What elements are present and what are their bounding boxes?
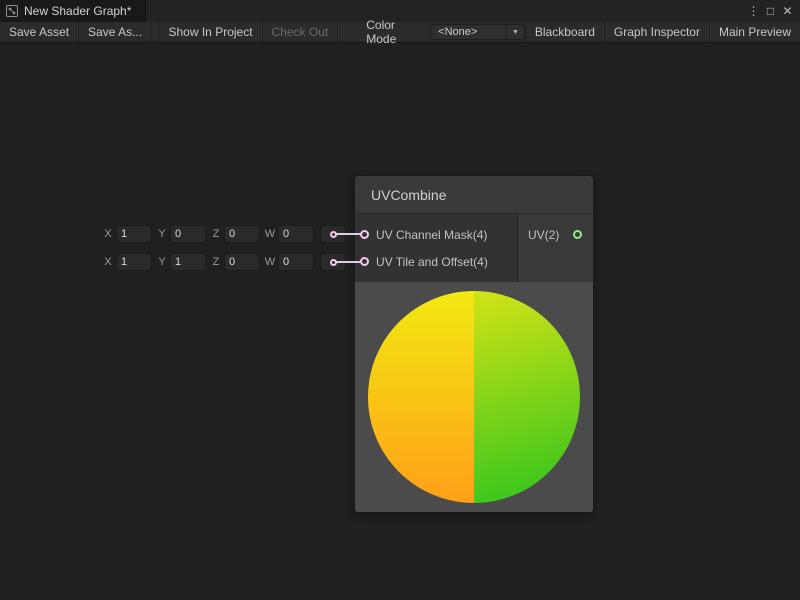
kebab-menu-icon[interactable]: ⋮ <box>745 0 762 22</box>
field-label-y: Y <box>156 256 168 268</box>
vector1-x-input[interactable] <box>116 225 152 243</box>
field-label-w: W <box>264 256 276 268</box>
vector2-w-input[interactable] <box>278 253 314 271</box>
node-title: UVCombine <box>371 187 446 203</box>
show-in-project-button[interactable]: Show In Project <box>159 22 263 42</box>
vector2-y-input[interactable] <box>170 253 206 271</box>
vector2-x-input[interactable] <box>116 253 152 271</box>
node-preview <box>355 282 593 512</box>
save-asset-button[interactable]: Save Asset <box>0 22 79 42</box>
chevron-down-icon: ▼ <box>506 25 519 39</box>
vector4-widget-2: X Y Z W <box>102 253 346 271</box>
vector4-widget-1: X Y Z W <box>102 225 346 243</box>
vector1-z-input[interactable] <box>224 225 260 243</box>
blackboard-button[interactable]: Blackboard <box>525 22 604 42</box>
field-label-x: X <box>102 228 114 240</box>
vector2-z-input[interactable] <box>224 253 260 271</box>
maximize-icon[interactable]: □ <box>762 0 779 22</box>
save-as-button[interactable]: Save As... <box>79 22 152 42</box>
shader-graph-window: New Shader Graph* ⋮ □ ✕ Save Asset Save … <box>0 0 800 600</box>
edge-mask-connection[interactable] <box>336 233 362 235</box>
preview-sphere <box>368 291 580 503</box>
uv-output-port[interactable] <box>573 230 582 239</box>
main-preview-button[interactable]: Main Preview <box>709 22 800 42</box>
color-mode-dropdown[interactable]: <None> ▼ <box>430 24 525 40</box>
input-port-row-mask: UV Channel Mask(4) <box>355 221 517 248</box>
close-icon[interactable]: ✕ <box>779 0 796 22</box>
check-out-button: Check Out <box>263 22 339 42</box>
output-ports-column: UV(2) <box>517 214 593 282</box>
field-label-w: W <box>264 228 276 240</box>
edge-tile-offset-connection[interactable] <box>336 261 362 263</box>
toolbar-right-group: Blackboard Graph Inspector Main Preview <box>525 22 800 42</box>
uv-tile-offset-label: UV Tile and Offset(4) <box>376 255 488 269</box>
vector1-w-input[interactable] <box>278 225 314 243</box>
tab-title: New Shader Graph* <box>24 4 131 18</box>
shader-graph-icon <box>6 5 18 17</box>
output-port-row: UV(2) <box>518 221 593 248</box>
uv-output-label: UV(2) <box>528 228 559 242</box>
node-title-bar[interactable]: UVCombine <box>355 176 593 214</box>
vector1-y-input[interactable] <box>170 225 206 243</box>
field-label-z: Z <box>210 228 222 240</box>
window-controls: ⋮ □ ✕ <box>745 0 800 22</box>
input-ports-column: UV Channel Mask(4) UV Tile and Offset(4) <box>355 214 517 282</box>
color-mode-value: <None> <box>438 26 502 38</box>
color-mode-label: Color Mode <box>338 22 430 42</box>
sphere-left-half <box>368 291 474 503</box>
graph-canvas[interactable]: X Y Z W X Y Z W <box>0 43 800 600</box>
field-label-x: X <box>102 256 114 268</box>
tab-new-shader-graph[interactable]: New Shader Graph* <box>0 0 146 22</box>
input-port-row-tile-offset: UV Tile and Offset(4) <box>355 248 517 275</box>
field-label-z: Z <box>210 256 222 268</box>
field-label-y: Y <box>156 228 168 240</box>
node-body: UV Channel Mask(4) UV Tile and Offset(4)… <box>355 214 593 282</box>
sphere-right-half <box>474 291 580 503</box>
graph-inspector-button[interactable]: Graph Inspector <box>604 22 709 42</box>
uv-channel-mask-label: UV Channel Mask(4) <box>376 228 487 242</box>
uvcombine-node[interactable]: UVCombine UV Channel Mask(4) UV Tile and… <box>355 176 593 512</box>
toolbar: Save Asset Save As... Show In Project Ch… <box>0 22 800 43</box>
